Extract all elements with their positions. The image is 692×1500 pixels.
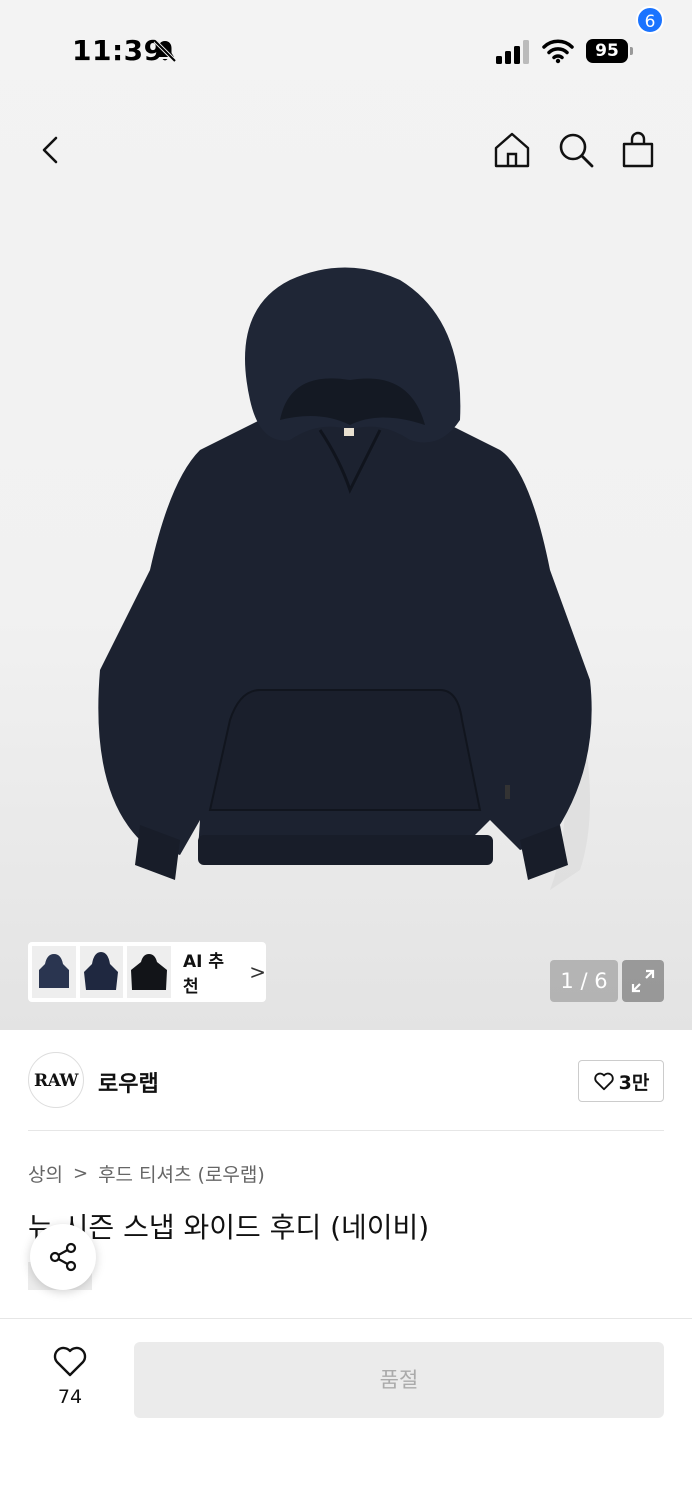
brand-like-count: 3만	[618, 1071, 650, 1094]
brand-row[interactable]: RAW 로우랩 3만	[0, 1030, 692, 1130]
ai-thumb-3[interactable]	[127, 946, 171, 998]
wifi-icon	[542, 39, 574, 64]
home-icon[interactable]	[488, 126, 536, 174]
expand-icon[interactable]	[622, 960, 664, 1002]
hoodie-thumb-icon	[38, 954, 69, 988]
cart-count-badge: 6	[636, 6, 664, 34]
chevron-right-icon: >	[249, 960, 266, 984]
battery-indicator: 95	[586, 39, 634, 63]
shopping-bag-icon[interactable]	[614, 126, 662, 174]
wishlist-count: 74	[57, 1386, 83, 1408]
battery-tip	[630, 47, 633, 55]
breadcrumb-category[interactable]: 상의	[28, 1160, 63, 1187]
heart-icon	[593, 1072, 614, 1091]
divider	[0, 1318, 692, 1319]
status-bar: 11:39 95	[0, 0, 692, 100]
top-nav	[0, 120, 692, 180]
image-page-indicator: 1 / 6	[550, 960, 618, 1002]
bell-off-icon	[153, 39, 177, 63]
status-time: 11:39	[72, 34, 164, 67]
hoodie-thumb-icon	[131, 954, 168, 990]
brand-name[interactable]: 로우랩	[98, 1066, 159, 1098]
share-icon	[49, 1242, 77, 1272]
divider	[28, 1130, 664, 1131]
wishlist-button[interactable]: 74	[40, 1340, 100, 1420]
ai-thumb-2[interactable]	[79, 946, 124, 998]
breadcrumb-subcategory[interactable]: 후드 티셔츠 (로우랩)	[98, 1160, 265, 1187]
brand-like-button[interactable]: 3만	[578, 1060, 664, 1102]
ai-recommend-strip[interactable]: AI 추천 >	[28, 942, 266, 1002]
signal-icon	[496, 40, 529, 64]
product-image[interactable]	[80, 250, 620, 930]
battery-level: 95	[586, 39, 628, 63]
ai-thumb-1[interactable]	[32, 946, 76, 998]
heart-icon	[53, 1346, 87, 1377]
ai-recommend-label: AI 추천	[182, 952, 225, 997]
share-button[interactable]	[30, 1224, 96, 1290]
brand-logo[interactable]: RAW	[28, 1052, 84, 1108]
chevron-right-icon: >	[72, 1163, 89, 1184]
search-icon[interactable]	[552, 126, 600, 174]
soldout-button[interactable]: 품절	[134, 1342, 664, 1418]
hoodie-thumb-icon	[84, 952, 119, 990]
breadcrumb: 상의 > 후드 티셔츠 (로우랩)	[28, 1160, 265, 1187]
back-icon[interactable]	[28, 126, 76, 174]
